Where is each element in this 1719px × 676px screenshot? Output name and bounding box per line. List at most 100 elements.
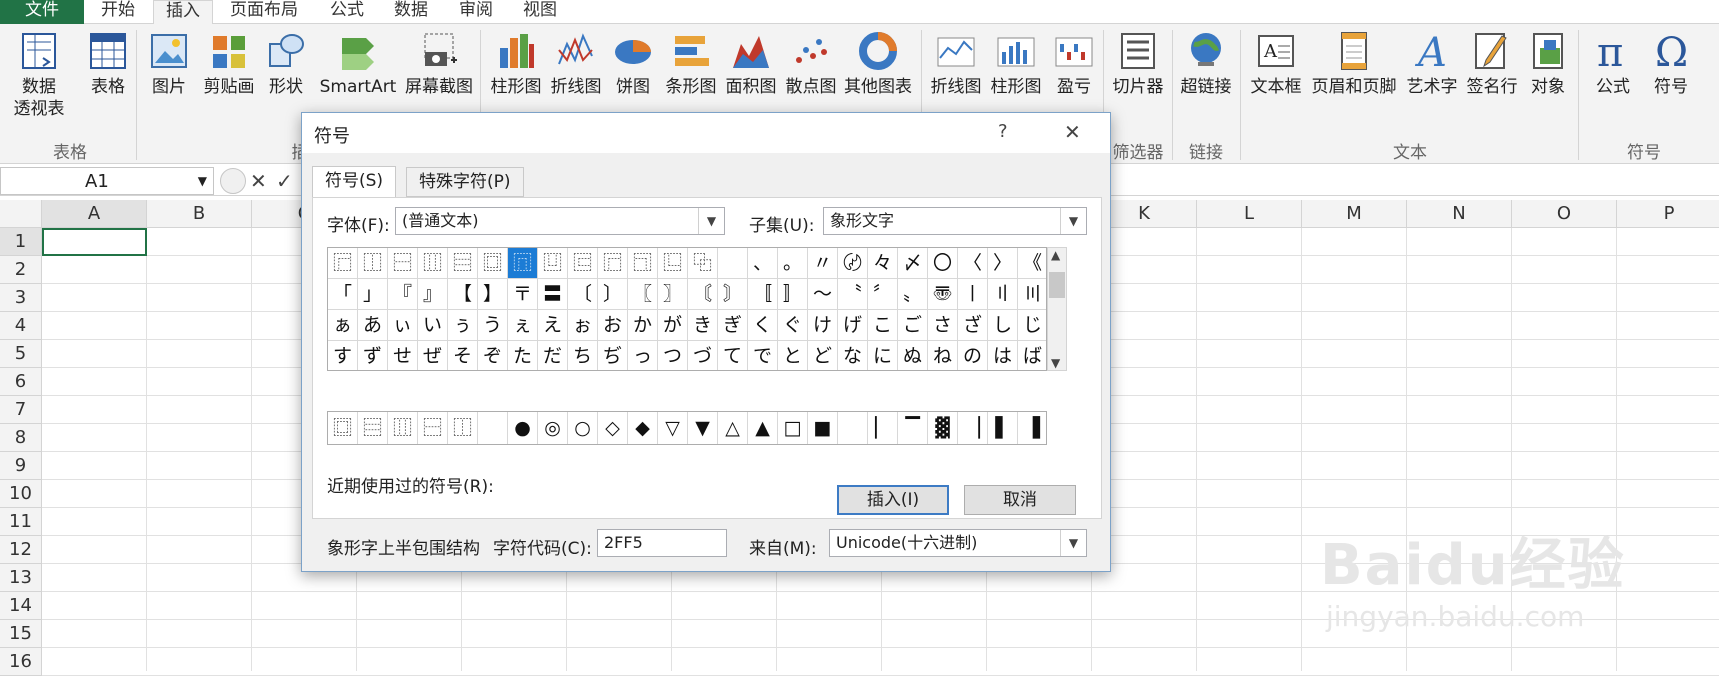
- symbol-cell[interactable]: 〄: [838, 248, 868, 279]
- symbol-cell[interactable]: ざ: [958, 310, 988, 341]
- recent-symbol[interactable]: ▲: [748, 412, 778, 444]
- symbol-cell[interactable]: の: [958, 341, 988, 370]
- symbol-cell[interactable]: っ: [628, 341, 658, 370]
- symbol-cell[interactable]: な: [838, 341, 868, 370]
- symbol-cell[interactable]: 〠: [928, 279, 958, 310]
- symbol-cell[interactable]: け: [808, 310, 838, 341]
- recent-symbol[interactable]: ▌: [988, 412, 1018, 444]
- row-header[interactable]: 8: [0, 424, 42, 452]
- symbol-cell[interactable]: 「: [328, 279, 358, 310]
- recent-symbol[interactable]: ▏: [868, 412, 898, 444]
- chevron-down-icon[interactable]: ▼: [698, 208, 724, 234]
- area-chart-button[interactable]: 面积图: [722, 30, 780, 98]
- row-header[interactable]: 16: [0, 648, 42, 676]
- symbol-cell[interactable]: し: [988, 310, 1018, 341]
- symbol-cell[interactable]: ⿸: [328, 248, 358, 279]
- symbol-cell[interactable]: 〗: [658, 279, 688, 310]
- row-header[interactable]: 3: [0, 284, 42, 312]
- recent-symbol[interactable]: ●: [508, 412, 538, 444]
- symbol-cell[interactable]: き: [688, 310, 718, 341]
- screenshot-button[interactable]: 屏幕截图: [402, 30, 476, 98]
- symbol-cell[interactable]: く: [748, 310, 778, 341]
- column-header[interactable]: L: [1197, 200, 1302, 228]
- symbol-cell[interactable]: 、: [748, 248, 778, 279]
- tab-special-characters[interactable]: 特殊字符(P): [406, 167, 524, 197]
- recent-symbol[interactable]: ▐: [1018, 412, 1046, 444]
- symbol-cell[interactable]: 〉: [988, 248, 1018, 279]
- symbol-cell[interactable]: ど: [808, 341, 838, 370]
- shapes-button[interactable]: 形状: [264, 30, 308, 98]
- recent-symbol[interactable]: ▕: [958, 412, 988, 444]
- recent-symbol[interactable]: ⿴: [328, 412, 358, 444]
- recent-symbol[interactable]: ⿲: [388, 412, 418, 444]
- recent-symbol[interactable]: ▔: [898, 412, 928, 444]
- row-header[interactable]: 1: [0, 228, 42, 256]
- symbol-cell[interactable]: お: [598, 310, 628, 341]
- sparkline-column-button[interactable]: 柱形图: [986, 30, 1046, 98]
- symbol-cell[interactable]: ⿲: [418, 248, 448, 279]
- row-header[interactable]: 2: [0, 256, 42, 284]
- pivot-table-button[interactable]: 数据 透视表: [4, 30, 74, 120]
- formula-bar-grip[interactable]: [220, 168, 246, 194]
- object-button[interactable]: 对象: [1526, 30, 1570, 98]
- symbol-cell[interactable]: ⿷: [568, 248, 598, 279]
- symbol-cell[interactable]: 。: [778, 248, 808, 279]
- tab-insert[interactable]: 插入: [153, 0, 213, 25]
- name-box[interactable]: A1 ▼: [0, 167, 214, 195]
- symbol-cell[interactable]: だ: [538, 341, 568, 370]
- row-header[interactable]: 12: [0, 536, 42, 564]
- textbox-button[interactable]: A 文本框: [1244, 30, 1308, 98]
- symbol-cell[interactable]: た: [508, 341, 538, 370]
- symbol-cell[interactable]: ⿶: [538, 248, 568, 279]
- symbol-cell[interactable]: 】: [478, 279, 508, 310]
- symbol-cell[interactable]: ぞ: [478, 341, 508, 370]
- chevron-up-icon[interactable]: ▲: [1051, 248, 1060, 262]
- recent-symbol[interactable]: ▼: [688, 412, 718, 444]
- symbol-cell[interactable]: ⿹: [628, 248, 658, 279]
- header-footer-button[interactable]: 页眉和页脚: [1308, 30, 1400, 98]
- symbol-cell[interactable]: 〃: [808, 248, 838, 279]
- symbol-cell[interactable]: そ: [448, 341, 478, 370]
- symbol-cell[interactable]: が: [658, 310, 688, 341]
- wordart-button[interactable]: A 艺术字: [1402, 30, 1462, 98]
- row-header[interactable]: 11: [0, 508, 42, 536]
- symbol-cell[interactable]: ぬ: [898, 341, 928, 370]
- symbol-cell[interactable]: て: [718, 341, 748, 370]
- slicer-button[interactable]: 切片器: [1108, 30, 1168, 98]
- symbol-cell[interactable]: 〈: [958, 248, 988, 279]
- row-header[interactable]: 14: [0, 592, 42, 620]
- symbol-cell[interactable]: ぉ: [568, 310, 598, 341]
- cancel-icon[interactable]: ✕: [250, 169, 267, 193]
- symbol-cell[interactable]: 〙: [718, 279, 748, 310]
- font-select[interactable]: (普通文本) ▼: [395, 207, 725, 235]
- tab-view[interactable]: 视图: [523, 0, 557, 24]
- recent-symbol[interactable]: ⿰: [448, 412, 478, 444]
- help-button[interactable]: ?: [998, 121, 1008, 142]
- symbol-cell[interactable]: ⿻: [688, 248, 718, 279]
- table-button[interactable]: 表格: [80, 30, 136, 98]
- symbol-cell[interactable]: ぇ: [508, 310, 538, 341]
- symbol-cell[interactable]: げ: [838, 310, 868, 341]
- line-chart-button[interactable]: 折线图: [546, 30, 606, 98]
- scatter-chart-button[interactable]: 散点图: [782, 30, 840, 98]
- symbol-cell[interactable]: あ: [358, 310, 388, 341]
- symbol-cell[interactable]: ぃ: [388, 310, 418, 341]
- cancel-button[interactable]: 取消: [964, 485, 1076, 515]
- chevron-down-icon[interactable]: ▼: [198, 174, 207, 188]
- tab-formulas[interactable]: 公式: [330, 0, 364, 24]
- row-header[interactable]: 4: [0, 312, 42, 340]
- symbol-grid-scrollbar[interactable]: ▲ ▼: [1047, 247, 1067, 371]
- symbol-cell[interactable]: 〖: [628, 279, 658, 310]
- column-header[interactable]: N: [1407, 200, 1512, 228]
- column-header[interactable]: O: [1512, 200, 1617, 228]
- tab-symbols[interactable]: 符号(S): [312, 166, 397, 198]
- recent-symbol[interactable]: ◎: [538, 412, 568, 444]
- from-select[interactable]: Unicode(十六进制) ▼: [829, 529, 1087, 557]
- other-chart-button[interactable]: 其他图表: [840, 30, 916, 98]
- recent-symbol[interactable]: [478, 412, 508, 444]
- column-header[interactable]: B: [147, 200, 252, 228]
- symbol-cell[interactable]: ぐ: [778, 310, 808, 341]
- close-icon[interactable]: ✕: [1064, 120, 1081, 144]
- bar-chart-button[interactable]: 条形图: [662, 30, 720, 98]
- recent-symbol[interactable]: △: [718, 412, 748, 444]
